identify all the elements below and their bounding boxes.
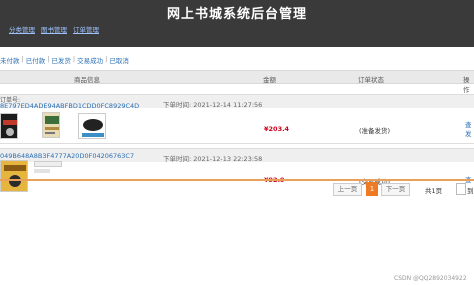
order-row: ¥92.9 (交易成功) 查 — [0, 160, 474, 192]
book-cover-image — [0, 160, 28, 192]
nav-order-manage[interactable]: 订单管理 — [73, 24, 99, 34]
nav-book-manage[interactable]: 图书管理 — [41, 24, 67, 34]
prev-page-button[interactable]: 上一页 — [333, 183, 362, 196]
order-action-ship[interactable]: 发 — [465, 130, 472, 139]
watermark: CSDN @QQ2892034922 — [394, 275, 467, 282]
book-cover-art — [79, 114, 105, 138]
goto-page-label: 到 — [467, 187, 474, 195]
order-status: (准备发货) — [359, 127, 391, 135]
column-product: 商品信息 — [74, 76, 100, 84]
order-row: ¥203.4 (准备发货) 查 发 — [0, 109, 474, 144]
goto-page-input[interactable] — [456, 183, 466, 195]
order-status-filters: 未付款 | 已付款 | 已发货 | 交易成功 | 已取消 — [0, 55, 129, 65]
next-page-button[interactable]: 下一页 — [381, 183, 410, 196]
site-title: 网上书城系统后台管理 — [166, 7, 307, 22]
order-time: 下单时间: 2021-12-14 11:27:56 — [163, 101, 263, 109]
book-cover-image — [42, 112, 60, 138]
column-actions: 操作 — [463, 76, 470, 94]
filter-completed[interactable]: 交易成功 — [77, 55, 103, 65]
product-detail-thumb — [34, 169, 50, 173]
list-divider — [0, 179, 474, 181]
header-bar: 网上书城系统后台管理 分类管理 图书管理 订单管理 — [0, 0, 474, 47]
current-page-button[interactable]: 1 — [366, 182, 378, 196]
order-time: 下单时间: 2021-12-13 22:23:58 — [163, 155, 263, 163]
book-cover-art — [43, 113, 59, 137]
filter-cancelled[interactable]: 已取消 — [109, 55, 129, 65]
book-cover-image — [0, 113, 18, 139]
filter-unpaid[interactable]: 未付款 — [0, 55, 20, 65]
book-cover-art — [1, 114, 17, 138]
filter-separator: | — [72, 55, 76, 63]
filter-paid[interactable]: 已付款 — [26, 55, 46, 65]
top-nav: 分类管理 图书管理 订单管理 — [9, 24, 99, 34]
filter-separator: | — [21, 55, 24, 63]
order-amount: ¥203.4 — [264, 125, 290, 133]
table-header: 商品信息 金额 订单状态 操作 — [0, 70, 474, 94]
book-cover-image — [78, 113, 106, 139]
filter-separator: | — [105, 55, 108, 63]
nav-category-manage[interactable]: 分类管理 — [9, 24, 35, 34]
order-header: 049B648A8B3F4777A20D0F04206763C7 下单时间: 2… — [0, 148, 474, 163]
order-action-view[interactable]: 查 — [465, 121, 472, 130]
order-header: 订单号: 8E797ED4ADE94ABFBD1CDD0FC8929C4D 下单… — [0, 94, 474, 110]
order-number[interactable]: 049B648A8B3F4777A20D0F04206763C7 — [0, 152, 134, 160]
column-status: 订单状态 — [358, 76, 384, 84]
product-detail-thumb — [34, 161, 62, 167]
page-total: 共1页 — [425, 187, 443, 195]
filter-separator: | — [47, 55, 50, 63]
filter-shipped[interactable]: 已发货 — [51, 55, 71, 65]
book-cover-art — [1, 161, 27, 191]
column-amount: 金额 — [263, 76, 276, 84]
